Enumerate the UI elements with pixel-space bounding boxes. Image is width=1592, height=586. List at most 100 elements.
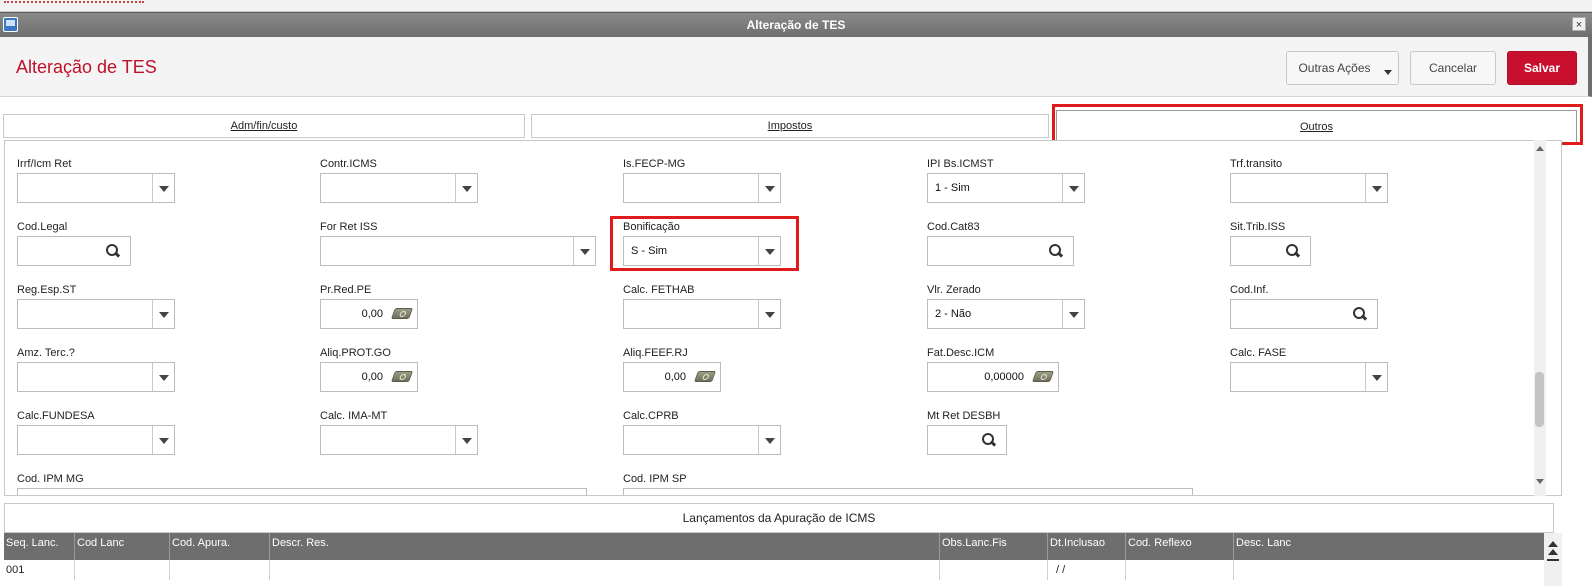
search-icon[interactable] xyxy=(1286,244,1300,258)
cod-ipm-sp-input[interactable] xyxy=(623,488,1193,495)
tab-adm-fin-custo[interactable]: Adm/fin/custo xyxy=(3,114,525,138)
table-cell[interactable] xyxy=(940,560,1048,580)
table-cell[interactable]: / / xyxy=(1048,560,1126,580)
reg-esp-st-select[interactable] xyxy=(17,299,175,329)
page-title: Alteração de TES xyxy=(16,57,157,77)
save-button[interactable]: Salvar xyxy=(1507,51,1577,85)
field-label: Cod. IPM SP xyxy=(623,473,687,485)
column-header[interactable]: Obs.Lanc.Fis xyxy=(940,533,1048,560)
field-value: 1 - Sim xyxy=(935,182,970,194)
search-icon[interactable] xyxy=(106,244,120,258)
field-label: Cod.Legal xyxy=(17,221,68,233)
search-icon[interactable] xyxy=(982,433,996,447)
chevron-down-icon[interactable] xyxy=(1062,300,1084,328)
scroll-thumb[interactable] xyxy=(1535,372,1544,427)
field-label: Amz. Terc.? xyxy=(17,347,75,359)
form-scrollbar[interactable] xyxy=(1534,140,1546,496)
calculator-icon[interactable] xyxy=(1031,371,1055,382)
chevron-down-icon[interactable] xyxy=(758,300,780,328)
scroll-down-icon[interactable] xyxy=(1536,479,1544,484)
cancel-button[interactable]: Cancelar xyxy=(1410,51,1496,85)
scroll-top-icon[interactable] xyxy=(1548,541,1558,547)
cod-inf-input[interactable] xyxy=(1230,299,1378,329)
window-close-icon[interactable]: × xyxy=(1572,17,1586,31)
chevron-down-icon[interactable] xyxy=(758,426,780,454)
cod-ipm-mg-input[interactable] xyxy=(17,488,587,495)
window-titlebar: Alteração de TES × xyxy=(0,12,1592,37)
ipi-bs-icmst-select[interactable]: 1 - Sim xyxy=(927,173,1085,203)
column-header[interactable]: Cod. Reflexo xyxy=(1126,533,1234,560)
search-icon[interactable] xyxy=(1353,307,1367,321)
field-label: Irrf/Icm Ret xyxy=(17,158,72,170)
tab-label: Adm/fin/custo xyxy=(230,120,298,132)
contr-icms-select[interactable] xyxy=(320,173,478,203)
table-cell[interactable] xyxy=(170,560,270,580)
cod-legal-input[interactable] xyxy=(17,236,131,266)
field-label: Aliq.PROT.GO xyxy=(320,347,391,359)
for-ret-iss-select[interactable] xyxy=(320,236,596,266)
calc-fase-select[interactable] xyxy=(1230,362,1388,392)
aliq-feef-rj-input[interactable]: 0,00 xyxy=(623,362,721,392)
calc-ima-mt-select[interactable] xyxy=(320,425,478,455)
table-cell[interactable] xyxy=(1234,560,1544,580)
column-header[interactable]: Seq. Lanc. xyxy=(4,533,75,560)
irrf-icm-ret-select[interactable] xyxy=(17,173,175,203)
tab-outros[interactable]: Outros xyxy=(1056,110,1577,144)
chevron-down-icon[interactable] xyxy=(152,363,174,391)
chevron-down-icon[interactable] xyxy=(152,426,174,454)
field-value: S - Sim xyxy=(631,245,668,257)
column-header[interactable]: Cod. Apura. xyxy=(170,533,270,560)
fat-desc-icm-input[interactable]: 0,00000 xyxy=(927,362,1059,392)
chevron-down-icon[interactable] xyxy=(758,174,780,202)
chevron-down-icon[interactable] xyxy=(152,300,174,328)
table-row[interactable]: 001 / / xyxy=(4,560,1544,580)
chevron-down-icon[interactable] xyxy=(455,426,477,454)
chevron-down-icon[interactable] xyxy=(152,174,174,202)
scroll-up-icon[interactable] xyxy=(1548,549,1558,555)
vlr-zerado-select[interactable]: 2 - Não xyxy=(927,299,1085,329)
calculator-icon[interactable] xyxy=(693,371,717,382)
column-header[interactable]: Desc. Lanc xyxy=(1234,533,1544,560)
field-value: 0,00 xyxy=(361,308,383,320)
sit-trib-iss-input[interactable] xyxy=(1230,236,1311,266)
trf-transito-select[interactable] xyxy=(1230,173,1388,203)
chevron-down-icon[interactable] xyxy=(1365,174,1387,202)
field-label: Bonificação xyxy=(623,221,680,233)
table-cell[interactable] xyxy=(75,560,170,580)
calculator-icon[interactable] xyxy=(390,371,414,382)
calc-fundesa-select[interactable] xyxy=(17,425,175,455)
pr-red-pe-input[interactable]: 0,00 xyxy=(320,299,418,329)
calculator-icon[interactable] xyxy=(390,308,414,319)
chevron-down-icon[interactable] xyxy=(758,237,780,265)
table-cell[interactable]: 001 xyxy=(4,560,75,580)
calc-cprb-select[interactable] xyxy=(623,425,781,455)
table-scrollbar[interactable] xyxy=(1544,533,1562,586)
is-fecp-mg-select[interactable] xyxy=(623,173,781,203)
bonificacao-select[interactable]: S - Sim xyxy=(623,236,781,266)
amz-terc-select[interactable] xyxy=(17,362,175,392)
tab-impostos[interactable]: Impostos xyxy=(531,114,1049,138)
column-header[interactable]: Descr. Res. xyxy=(270,533,940,560)
chevron-down-icon xyxy=(1384,70,1392,75)
mt-ret-desbh-input[interactable] xyxy=(927,425,1007,455)
cod-cat83-input[interactable] xyxy=(927,236,1074,266)
field-label: For Ret ISS xyxy=(320,221,378,233)
chevron-down-icon[interactable] xyxy=(455,174,477,202)
window-title: Alteração de TES xyxy=(746,18,846,32)
table-cell[interactable] xyxy=(270,560,940,580)
table-cell[interactable] xyxy=(1126,560,1234,580)
calc-fethab-select[interactable] xyxy=(623,299,781,329)
aliq-prot-go-input[interactable]: 0,00 xyxy=(320,362,418,392)
search-icon[interactable] xyxy=(1049,244,1063,258)
chevron-down-icon[interactable] xyxy=(573,237,595,265)
column-header[interactable]: Dt.Inclusao xyxy=(1048,533,1126,560)
scroll-up-icon[interactable] xyxy=(1536,146,1544,151)
field-label: IPI Bs.ICMST xyxy=(927,158,994,170)
chevron-down-icon[interactable] xyxy=(1365,363,1387,391)
top-strip-decoration xyxy=(4,0,144,3)
field-label: Reg.Esp.ST xyxy=(17,284,77,296)
column-header[interactable]: Cod Lanc xyxy=(75,533,170,560)
more-actions-button[interactable]: Outras Ações xyxy=(1286,51,1399,85)
chevron-down-icon[interactable] xyxy=(1062,174,1084,202)
field-label: Fat.Desc.ICM xyxy=(927,347,995,359)
